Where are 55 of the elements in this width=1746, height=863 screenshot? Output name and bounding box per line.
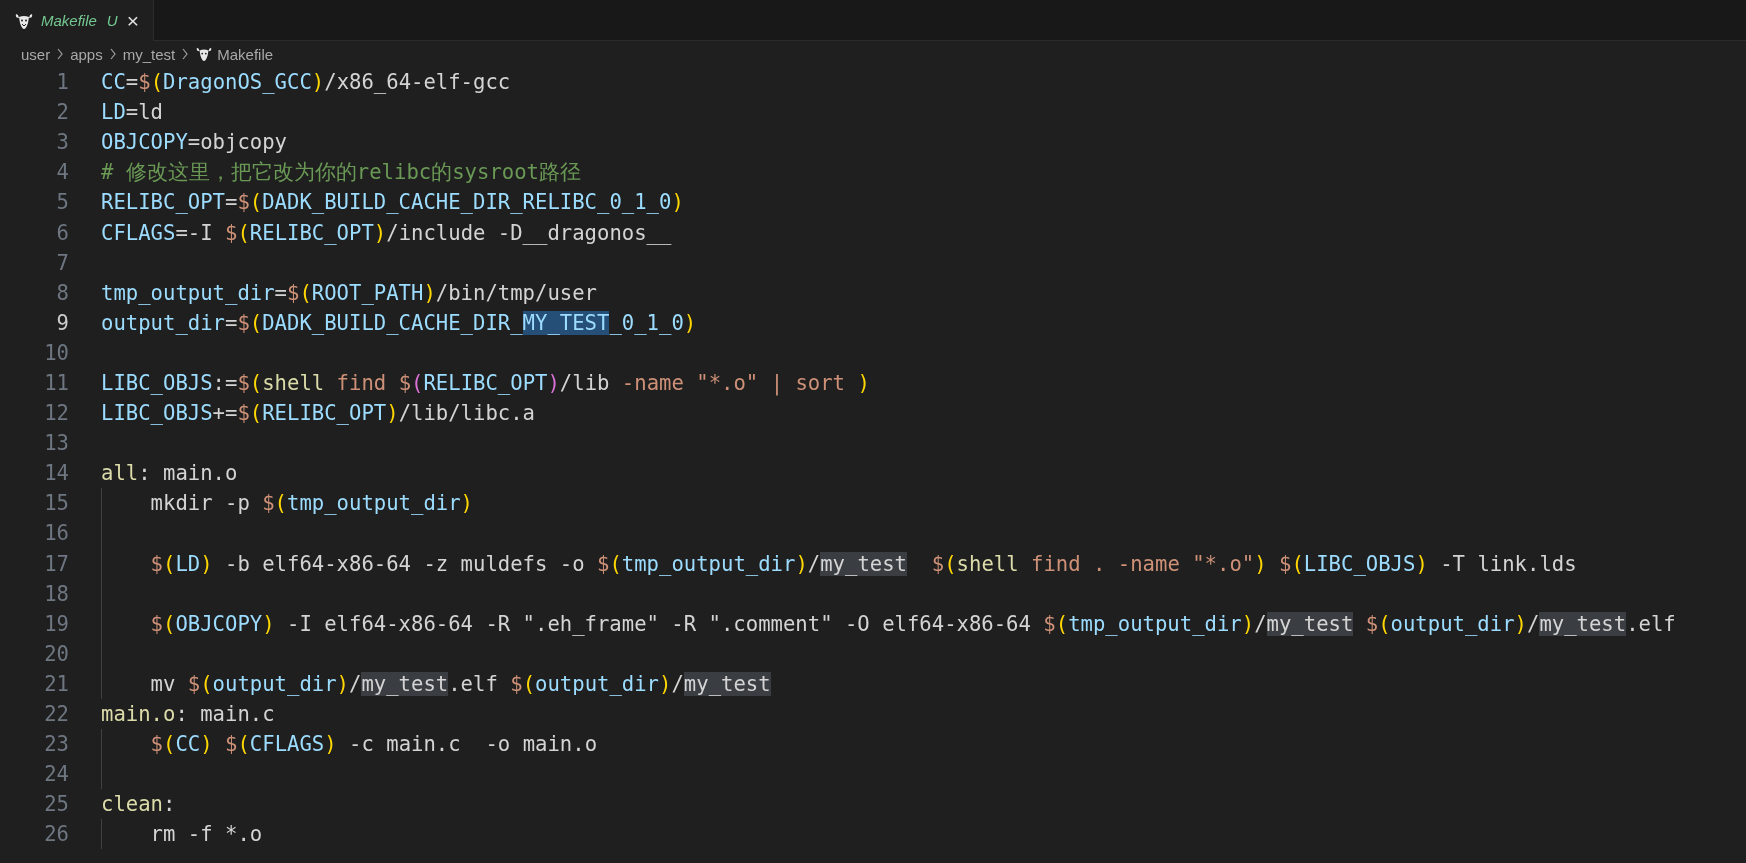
line-number: 23 xyxy=(43,732,69,757)
code-line: LIBC_OBJS:=$(shell find $(RELIBC_OPT)/lib -name "*.o" | sort ) xyxy=(101,371,870,395)
line-number: 11 xyxy=(43,371,69,395)
chevron-right-icon xyxy=(181,48,190,60)
breadcrumb-item[interactable]: Makefile xyxy=(217,44,274,64)
animal-head-icon xyxy=(195,46,214,62)
editor-tab[interactable]: Makefile U × xyxy=(0,0,154,41)
line-number: 10 xyxy=(43,340,69,365)
line-number: 22 xyxy=(43,702,69,726)
code-line: # 修改这里，把它改为你的relibc的sysroot路径 xyxy=(101,159,581,187)
line-number: 2 xyxy=(55,100,69,125)
line-number: 1 xyxy=(55,70,69,95)
code-line: $(LD) -b elf64-x86-64 -z muldefs -o $(tmp_output_dir)/my_test $(shell find . -name "*.o") $(LIBC_OBJS) -T link.lds xyxy=(150,551,1577,576)
chevron-right-icon xyxy=(56,48,65,60)
line-number: 8 xyxy=(55,280,69,305)
line-number: 4 xyxy=(55,160,69,185)
code-line: tmp_output_dir=$(ROOT_PATH)/bin/tmp/user xyxy=(101,280,597,305)
line-number: 9 xyxy=(55,310,69,335)
code-line: clean: xyxy=(101,792,176,817)
code-line: CFLAGS=-I $(RELIBC_OPT)/include -D__dragonos__ xyxy=(101,220,672,245)
line-number: 24 xyxy=(43,762,69,787)
code-line: all: main.o xyxy=(101,461,238,486)
line-number: 19 xyxy=(43,611,69,636)
code-line: LIBC_OBJS+=$(RELIBC_OPT)/lib/libc.a xyxy=(101,401,535,426)
line-number: 5 xyxy=(55,190,69,215)
code-line: $(OBJCOPY) -I elf64-x86-64 -R ".eh_frame" -R ".comment" -O elf64-x86-64 $(tmp_output_dir)/my_test $(output_dir)/my_test.elf xyxy=(150,611,1676,636)
line-number: 26 xyxy=(43,822,69,847)
code-line: $(CC) $(CFLAGS) -c main.c -o main.o xyxy=(150,732,598,757)
line-number: 7 xyxy=(55,250,69,275)
chevron-right-icon xyxy=(108,48,117,60)
close-button[interactable]: × xyxy=(126,10,139,31)
line-number: 18 xyxy=(43,581,69,606)
line-number: 13 xyxy=(43,431,69,456)
breadcrumb-item[interactable]: apps xyxy=(70,44,103,64)
line-number: 21 xyxy=(43,671,69,696)
breadcrumb-item[interactable]: my_test xyxy=(122,44,176,64)
line-number: 15 xyxy=(43,491,69,516)
code-line: main.o: main.c xyxy=(101,702,275,726)
code-line: LD=ld xyxy=(101,100,163,125)
animal-head-icon xyxy=(14,11,34,30)
line-number: 17 xyxy=(43,551,69,576)
code-line: mkdir -p $(tmp_output_dir) xyxy=(150,491,473,516)
code-line: CC=$(DragonOS_GCC)/x86_64-elf-gcc xyxy=(101,70,511,95)
line-number: 3 xyxy=(55,130,69,155)
code-line: RELIBC_OPT=$(DADK_BUILD_CACHE_DIR_RELIBC_0_1_0) xyxy=(101,190,684,215)
line-number: 12 xyxy=(43,401,69,426)
line-number: 20 xyxy=(43,641,69,666)
code-line: mv $(output_dir)/my_test.elf $(output_dir)/my_test xyxy=(150,671,771,696)
line-number: 16 xyxy=(43,521,69,546)
breadcrumb-item[interactable]: user xyxy=(21,44,51,64)
code-line: rm -f *.o xyxy=(150,822,263,847)
line-number: 25 xyxy=(43,792,69,817)
line-number: 6 xyxy=(55,220,69,245)
line-number: 14 xyxy=(43,461,69,486)
code-line: OBJCOPY=objcopy xyxy=(101,130,287,155)
